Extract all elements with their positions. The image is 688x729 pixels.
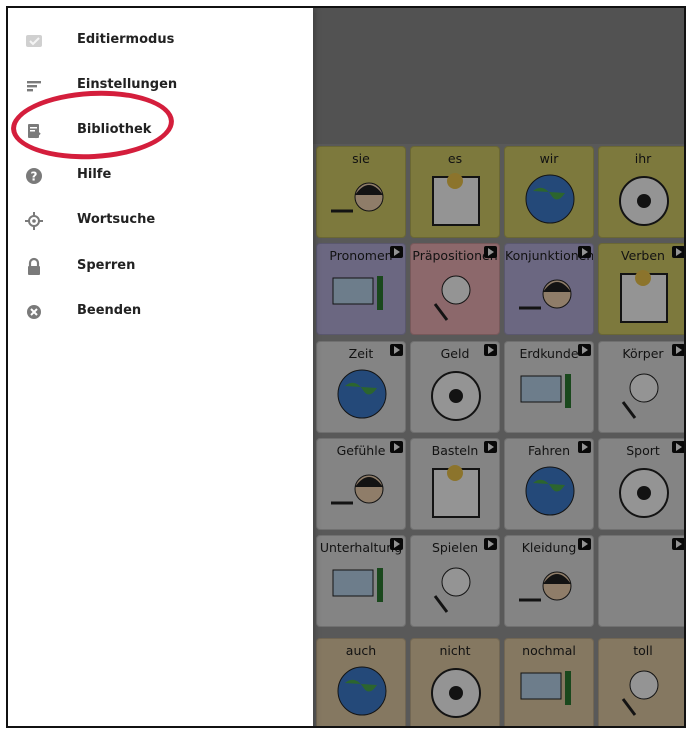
symbol-picture-icon — [431, 668, 481, 718]
symbol-grid: sie es wir ihr Pronomen Präpositionen Konjunkt… — [313, 146, 684, 726]
symbol-cell[interactable]: Sport — [598, 438, 684, 530]
symbol-picture-icon — [433, 275, 471, 321]
symbol-cell[interactable]: Pronomen — [316, 243, 406, 335]
menu-item-sperren[interactable]: Sperren — [8, 245, 313, 289]
app-window: sie es wir ihr Pronomen Präpositionen Konjunkt… — [6, 6, 686, 728]
symbol-board: sie es wir ihr Pronomen Präpositionen Konjunkt… — [313, 8, 684, 726]
symbol-picture-icon — [332, 568, 383, 602]
board-message-bar[interactable] — [313, 8, 684, 144]
symbol-cell[interactable]: Zeit — [316, 341, 406, 433]
symbol-cell[interactable]: auch — [316, 638, 406, 726]
folder-arrow-icon — [390, 344, 403, 356]
symbol-label: es — [447, 151, 463, 166]
symbol-picture-icon — [331, 474, 384, 505]
symbol-picture-icon — [331, 182, 384, 213]
edit-mode-icon — [26, 35, 42, 47]
symbol-cell[interactable]: Spielen — [410, 535, 500, 627]
folder-arrow-icon — [390, 246, 403, 258]
symbol-cell[interactable]: Geld — [410, 341, 500, 433]
symbol-picture-icon — [520, 374, 571, 408]
symbol-picture-icon — [519, 279, 572, 310]
menu-item-label: Sperren — [77, 258, 136, 273]
folder-arrow-icon — [672, 441, 684, 453]
symbol-picture-icon — [621, 373, 659, 419]
symbol-cell[interactable] — [598, 535, 684, 627]
symbol-cell[interactable]: Kleidung — [504, 535, 594, 627]
symbol-cell[interactable]: Unterhaltung — [316, 535, 406, 627]
symbol-cell[interactable]: sie — [316, 146, 406, 238]
folder-arrow-icon — [672, 246, 684, 258]
symbol-picture-icon — [431, 371, 481, 421]
close-icon — [27, 305, 41, 319]
folder-arrow-icon — [672, 344, 684, 356]
symbol-picture-icon — [337, 369, 387, 419]
symbol-picture-icon — [520, 671, 571, 705]
folder-arrow-icon — [578, 344, 591, 356]
symbol-picture-icon — [337, 666, 387, 716]
symbol-cell[interactable]: nochmal — [504, 638, 594, 726]
menu-item-label: Editiermodus — [77, 32, 175, 47]
symbol-label: nochmal — [522, 643, 576, 658]
lock-icon — [28, 257, 40, 275]
folder-arrow-icon — [484, 441, 497, 453]
symbol-cell[interactable]: Gefühle — [316, 438, 406, 530]
symbol-cell[interactable]: ihr — [598, 146, 684, 238]
menu-item-hilfe[interactable]: ? Hilfe — [8, 154, 313, 198]
svg-text:?: ? — [31, 170, 38, 184]
symbol-cell[interactable]: toll — [598, 638, 684, 726]
symbol-picture-icon — [619, 176, 669, 226]
menu-item-wortsuche[interactable]: Wortsuche — [8, 199, 313, 243]
symbol-label: wir — [539, 151, 559, 166]
symbol-cell[interactable]: Basteln — [410, 438, 500, 530]
folder-arrow-icon — [578, 538, 591, 550]
menu-item-label: Hilfe — [77, 167, 112, 182]
symbol-picture-icon — [525, 466, 575, 516]
folder-arrow-icon — [390, 538, 403, 550]
symbol-picture-icon — [332, 276, 383, 310]
symbol-cell[interactable]: Erdkunde — [504, 341, 594, 433]
symbol-picture-icon — [433, 567, 471, 613]
symbol-cell[interactable]: Konjunktionen — [504, 243, 594, 335]
symbol-cell[interactable]: Körper — [598, 341, 684, 433]
symbol-label: ihr — [634, 151, 652, 166]
settings-icon — [27, 81, 41, 92]
symbol-label: toll — [633, 643, 653, 658]
symbol-label: nicht — [439, 643, 471, 658]
menu-item-beenden[interactable]: Beenden — [8, 290, 313, 334]
folder-arrow-icon — [578, 441, 591, 453]
symbol-picture-icon — [620, 270, 668, 323]
symbol-cell[interactable]: wir — [504, 146, 594, 238]
word-search-icon — [25, 212, 43, 230]
symbol-label: auch — [345, 643, 377, 658]
folder-arrow-icon — [484, 538, 497, 550]
symbol-picture-icon — [621, 670, 659, 716]
symbol-cell[interactable]: es — [410, 146, 500, 238]
folder-arrow-icon — [578, 246, 591, 258]
folder-arrow-icon — [484, 246, 497, 258]
symbol-cell[interactable]: nicht — [410, 638, 500, 726]
symbol-cell[interactable]: Fahren — [504, 438, 594, 530]
symbol-picture-icon — [432, 465, 480, 518]
folder-arrow-icon — [390, 441, 403, 453]
symbol-picture-icon — [619, 468, 669, 518]
symbol-picture-icon — [525, 174, 575, 224]
symbol-picture-icon — [519, 571, 572, 602]
folder-arrow-icon — [672, 538, 684, 550]
symbol-picture-icon — [432, 173, 480, 226]
symbol-label: sie — [352, 151, 370, 166]
symbol-cell[interactable]: Verben — [598, 243, 684, 335]
menu-item-editiermodus[interactable]: Editiermodus — [8, 19, 313, 63]
menu-item-label: Wortsuche — [77, 212, 156, 227]
menu-item-label: Einstellungen — [77, 77, 178, 92]
menu-item-label: Beenden — [77, 303, 142, 318]
symbol-cell[interactable]: Präpositionen — [410, 243, 500, 335]
folder-arrow-icon — [484, 344, 497, 356]
help-icon: ? — [26, 168, 42, 184]
